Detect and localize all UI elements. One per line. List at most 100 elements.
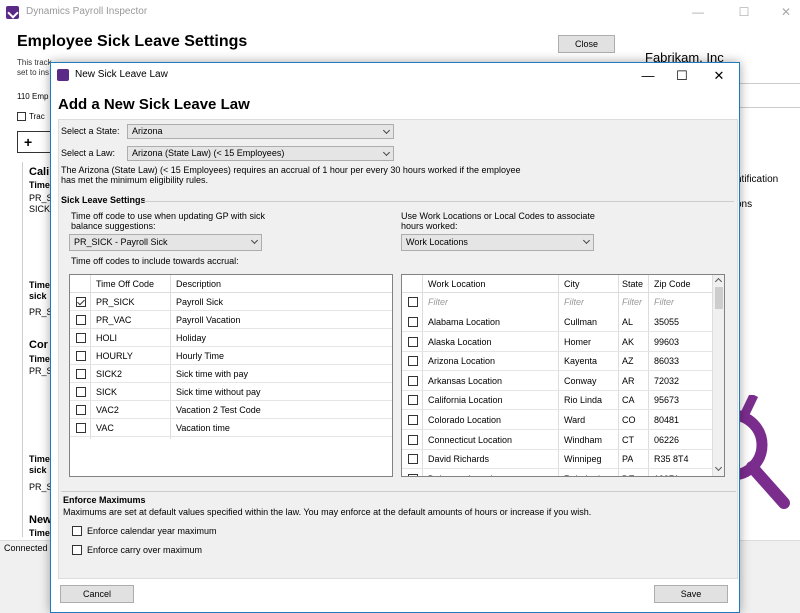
law-label: Select a Law: [61, 148, 116, 158]
row-checkbox[interactable] [76, 297, 86, 307]
table-row[interactable]: SICK Sick time without pay [70, 383, 392, 401]
checkbox-icon[interactable] [17, 112, 26, 122]
table-row[interactable]: VAC Vacation time [70, 419, 392, 437]
row-checkbox[interactable] [408, 454, 418, 465]
scroll-up-icon[interactable] [714, 277, 723, 286]
timeoff-code: HOURLY [96, 351, 133, 361]
scrollbar-thumb[interactable] [715, 287, 723, 309]
work-location: Connecticut Location [428, 434, 513, 445]
zip-code: 35055 [654, 317, 680, 327]
enforce-description: Maximums are set at default values speci… [63, 507, 592, 517]
law-card-label: Time [29, 354, 50, 364]
filter-input[interactable]: Filter [428, 293, 448, 311]
checkbox[interactable] [408, 297, 418, 307]
table-row[interactable]: Alabama Location Cullman AL 35055 [402, 313, 712, 332]
table-row[interactable]: California Location Rio Linda CA 95673 [402, 391, 712, 411]
enforce-carry-checkbox[interactable] [72, 545, 82, 555]
filter-input[interactable]: Filter [654, 293, 674, 311]
state: CA [622, 395, 635, 406]
city: Winnipeg [564, 454, 602, 465]
zip-code: 06226 [654, 434, 680, 445]
table-row[interactable]: VAC2 Vacation 2 Test Code [70, 401, 392, 419]
city: Kayenta [564, 356, 598, 367]
row-checkbox[interactable] [408, 395, 418, 406]
column-header[interactable]: Zip Code [654, 275, 691, 293]
enforce-calendar-label: Enforce calendar year maximum [87, 526, 217, 536]
column-header[interactable]: City [564, 275, 580, 293]
row-checkbox[interactable] [76, 387, 86, 397]
column-header[interactable]: Time Off Code [96, 275, 154, 293]
timeoff-description: Sick time with pay [176, 369, 249, 379]
row-checkbox[interactable] [76, 351, 86, 361]
section-divider [61, 491, 736, 492]
table-row[interactable]: Connecticut Location Windham CT 06226 [402, 431, 712, 450]
column-header[interactable]: Work Location [428, 275, 485, 293]
maximize-icon[interactable]: ☐ [669, 67, 695, 84]
law-select[interactable]: Arizona (State Law) (< 15 Employees) [127, 146, 394, 161]
city: Rio Linda [564, 395, 603, 406]
timeoff-description: Holiday [176, 333, 207, 343]
track-checkbox[interactable]: Trac [17, 112, 45, 122]
timeoff-description: Vacation 2 Test Code [176, 405, 261, 415]
table-row[interactable]: SICK2 Sick time with pay [70, 365, 392, 383]
column-header[interactable]: Description [176, 275, 221, 293]
zip-code: 72032 [654, 375, 680, 386]
table-row[interactable]: Arkansas Location Conway AR 72032 [402, 372, 712, 391]
main-titlebar: Dynamics Payroll Inspector — ☐ ✕ [0, 0, 800, 25]
dialog-footer: Cancel Save [51, 579, 739, 612]
close-icon[interactable]: ✕ [772, 4, 800, 20]
minimize-icon[interactable]: — [684, 4, 712, 20]
row-checkbox[interactable] [408, 473, 418, 476]
close-icon[interactable]: ✕ [706, 67, 732, 84]
close-button[interactable]: Close [558, 35, 615, 53]
table-row[interactable]: PR_VAC Payroll Vacation [70, 311, 392, 329]
law-card-label: Time [29, 528, 50, 538]
column-header[interactable]: State [622, 275, 643, 293]
zip-code: 95673 [654, 395, 680, 406]
table-row[interactable]: Delaware Location Rehoboth DE 19971 [402, 470, 712, 476]
grid-header-row: Time Off Code Description [70, 275, 392, 293]
zip-code: 80481 [654, 415, 680, 425]
row-checkbox[interactable] [408, 434, 418, 445]
row-checkbox[interactable] [408, 317, 418, 327]
city: Ward [564, 415, 586, 425]
row-checkbox[interactable] [408, 356, 418, 367]
maximize-icon[interactable]: ☐ [730, 4, 758, 20]
row-checkbox[interactable] [76, 369, 86, 379]
table-row[interactable]: PR_SICK Payroll Sick [70, 293, 392, 311]
table-row[interactable]: Arizona Location Kayenta AZ 86033 [402, 352, 712, 372]
state-select[interactable]: Arizona [127, 124, 394, 139]
table-row[interactable]: Alaska Location Homer AK 99603 [402, 333, 712, 352]
table-row[interactable]: David Richards Winnipeg PA R35 8T4 [402, 450, 712, 470]
timeoff-code: SICK [96, 387, 118, 397]
table-row[interactable]: HOURLY Hourly Time [70, 347, 392, 365]
work-location: Alabama Location [428, 317, 501, 327]
cancel-button[interactable]: Cancel [60, 585, 134, 603]
timeoff-codes-grid: Time Off Code Description PR_SICK Payroll… [69, 274, 393, 477]
row-checkbox[interactable] [408, 415, 418, 425]
row-checkbox[interactable] [408, 336, 418, 347]
location-type-select[interactable]: Work Locations [401, 234, 594, 251]
minimize-icon[interactable]: — [635, 67, 661, 84]
state: CO [622, 415, 636, 425]
row-checkbox[interactable] [76, 315, 86, 325]
row-checkbox[interactable] [408, 375, 418, 386]
scroll-down-icon[interactable] [714, 463, 723, 472]
row-checkbox[interactable] [76, 333, 86, 343]
timeoff-code: PR_SICK [96, 297, 135, 307]
divider [736, 83, 800, 84]
save-button[interactable]: Save [654, 585, 728, 603]
row-checkbox[interactable] [76, 423, 86, 433]
enforce-calendar-checkbox[interactable] [72, 526, 82, 536]
filter-input[interactable]: Filter [564, 293, 584, 311]
table-row[interactable]: HOLI Holiday [70, 329, 392, 347]
table-row[interactable]: Colorado Location Ward CO 80481 [402, 411, 712, 430]
row-checkbox[interactable] [76, 405, 86, 415]
state: AZ [622, 356, 634, 367]
grid-scrollbar[interactable] [712, 275, 724, 476]
state: AL [622, 317, 634, 327]
work-locations-grid: Work Location City State Zip Code Filter… [401, 274, 725, 477]
timeoff-code-select[interactable]: PR_SICK - Payroll Sick [69, 234, 262, 251]
divider [736, 107, 800, 108]
filter-input[interactable]: Filter [622, 293, 642, 311]
